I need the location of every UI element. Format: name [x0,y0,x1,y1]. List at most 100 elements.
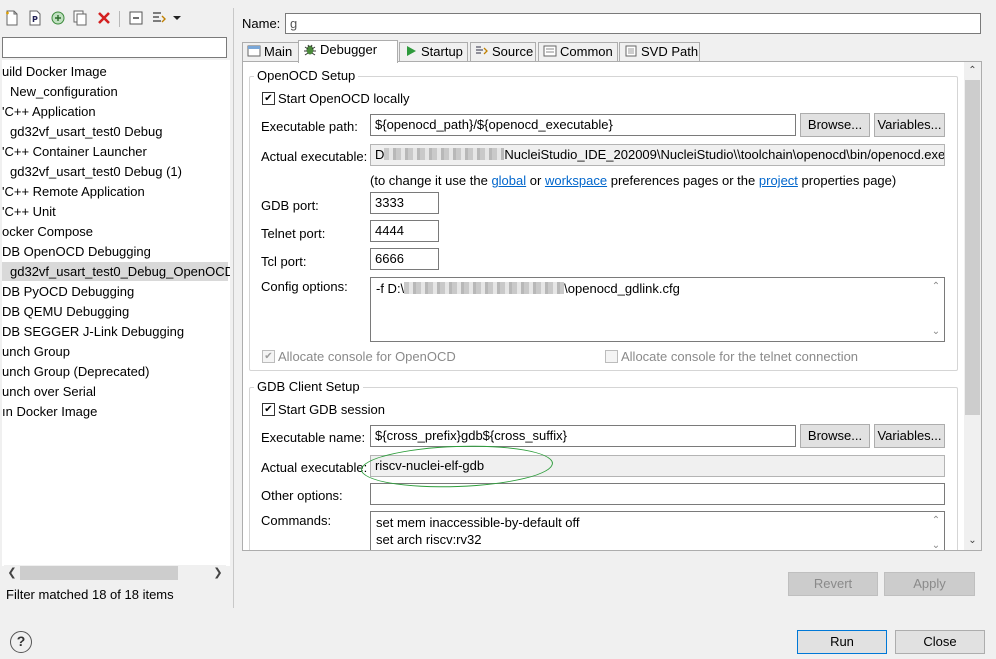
tree-item-launch-type[interactable]: DB QEMU Debugging [2,302,228,321]
revert-button[interactable]: Revert [788,572,878,596]
redacted-path [384,148,505,160]
gdb-variables-button[interactable]: Variables... [874,424,945,448]
run-button[interactable]: Run [797,630,887,654]
tree-item-launch-type[interactable]: 'C++ Unit [2,202,228,221]
commands-textarea[interactable]: set mem inaccessible-by-default off set … [370,511,945,550]
openocd-hint-text: (to change it use the global or workspac… [370,173,896,188]
openocd-exec-path-label: Executable path: [261,119,358,134]
tree-item-configuration[interactable]: New_configuration [2,82,228,101]
launch-config-tree[interactable]: uild Docker Image New_configuration 'C++ A… [2,60,230,566]
tree-item-launch-type[interactable]: DB OpenOCD Debugging [2,242,228,261]
tree-item-configuration[interactable]: gd32vf_usart_test0 Debug (1) [2,162,228,181]
scroll-up-icon[interactable]: ⌃ [928,280,944,294]
tree-item-launch-type[interactable]: unch Group [2,342,228,361]
svd-path-tab-icon [625,45,637,57]
help-icon[interactable]: ? [10,631,32,653]
tree-item-launch-type[interactable]: uild Docker Image [2,62,228,81]
gdb-browse-button[interactable]: Browse... [800,424,870,448]
config-options-textarea[interactable]: -f D:\ \openocd_gdlink.cfg ⌃ ⌄ [370,277,945,342]
close-button[interactable]: Close [895,630,985,654]
tab-main[interactable]: Main [242,42,299,62]
hint-pre: (to change it use the [370,173,488,188]
tab-svd-path[interactable]: SVD Path [619,42,700,62]
launch-config-toolbar: P [0,6,232,30]
gdb-port-label: GDB port: [261,198,319,213]
tab-common[interactable]: Common [538,42,618,62]
tree-item-launch-type[interactable]: unch Group (Deprecated) [2,362,228,381]
allocate-telnet-console-checkbox[interactable] [605,350,618,363]
filter-text-field[interactable] [3,38,226,57]
start-gdb-session-label: Start GDB session [278,402,385,417]
tree-item-configuration[interactable]: gd32vf_usart_test0 Debug [2,122,228,141]
allocate-console-openocd-checkbox[interactable] [262,350,275,363]
tab-startup-label: Startup [421,44,463,59]
gdb-exec-name-label: Executable name: [261,430,366,445]
source-tab-icon [476,46,488,55]
tree-item-launch-type[interactable]: ın Docker Image [2,402,228,421]
tab-vertical-scrollbar[interactable]: ⌃ ⌄ [964,62,981,550]
tree-item-launch-type[interactable]: DB SEGGER J-Link Debugging [2,322,228,341]
scroll-down-icon[interactable]: ⌄ [964,533,981,549]
name-text-field[interactable] [286,14,980,33]
hint-mid: preferences pages or the [610,173,756,188]
scroll-thumb[interactable] [20,566,178,580]
tree-item-launch-type[interactable]: unch over Serial [2,382,228,401]
config-options-scrollbar[interactable]: ⌃ ⌄ [928,278,944,341]
scroll-right-icon[interactable]: ❯ [210,565,226,581]
filter-status-text: Filter matched 18 of 18 items [6,587,174,602]
scroll-thumb[interactable] [965,80,980,415]
tree-item-launch-type[interactable]: 'C++ Remote Application [2,182,228,201]
collapse-all-icon[interactable] [128,10,144,26]
panel-divider[interactable] [233,8,234,608]
start-gdb-session-checkbox[interactable] [262,403,275,416]
tcl-port-label: Tcl port: [261,254,307,269]
tree-item-launch-type[interactable]: ocker Compose [2,222,228,241]
apply-button[interactable]: Apply [884,572,975,596]
scroll-up-icon[interactable]: ⌃ [928,514,944,528]
filter-input[interactable] [2,37,227,58]
workspace-link[interactable]: workspace [545,173,607,188]
scroll-up-icon[interactable]: ⌃ [964,63,981,79]
gdb-exec-name-input[interactable]: ${cross_prefix}gdb${cross_suffix} [370,425,796,447]
allocate-console-openocd-label: Allocate console for OpenOCD [278,349,456,364]
tree-item-launch-type[interactable]: 'C++ Application [2,102,228,121]
duplicate-icon[interactable] [72,10,88,26]
openocd-exec-path-input[interactable]: ${openocd_path}/${openocd_executable} [370,114,796,136]
tab-debugger[interactable]: Debugger [298,40,398,63]
scroll-down-icon[interactable]: ⌄ [928,539,944,550]
openocd-variables-button[interactable]: Variables... [874,113,945,137]
redacted-path [404,282,565,294]
global-link[interactable]: global [491,173,526,188]
openocd-group-title: OpenOCD Setup [254,68,359,83]
name-label: Name: [242,16,281,31]
name-field[interactable] [285,13,981,34]
dropdown-arrow-icon[interactable] [172,10,182,26]
scroll-down-icon[interactable]: ⌄ [928,325,944,339]
gdb-port-input[interactable]: 3333 [370,192,439,214]
openocd-browse-button[interactable]: Browse... [800,113,870,137]
tab-strip: Main Debugger Startup Source Common SVD … [242,40,982,63]
start-openocd-checkbox[interactable] [262,92,275,105]
tcl-port-input[interactable]: 6666 [370,248,439,270]
tree-horizontal-scrollbar[interactable]: ❮ ❯ [4,565,226,581]
delete-icon[interactable] [96,10,112,26]
tab-source[interactable]: Source [470,42,536,62]
startup-tab-icon [407,46,416,56]
tree-item-configuration[interactable]: gd32vf_usart_test0_Debug_OpenOCD [2,262,230,281]
hint-post: properties page) [801,173,897,188]
scroll-left-icon[interactable]: ❮ [4,565,20,581]
openocd-actual-exec-field: D NucleiStudio_IDE_202009\NucleiStudio\\t… [370,144,945,166]
new-prototype-icon[interactable]: P [27,10,43,26]
tree-item-launch-type[interactable]: DB PyOCD Debugging [2,282,228,301]
new-configuration-icon[interactable] [4,10,20,26]
tree-item-launch-type[interactable]: 'C++ Container Launcher [2,142,228,161]
gdb-group-title: GDB Client Setup [254,379,363,394]
filter-icon[interactable] [151,10,167,26]
export-icon[interactable] [50,10,66,26]
openocd-actual-exec-label: Actual executable: [261,149,368,164]
telnet-port-input[interactable]: 4444 [370,220,439,242]
tab-startup[interactable]: Startup [399,42,468,62]
project-link[interactable]: project [759,173,798,188]
commands-scrollbar[interactable]: ⌃ ⌄ [928,512,944,550]
openocd-actual-exec-value: NucleiStudio_IDE_202009\NucleiStudio\\to… [504,147,945,162]
